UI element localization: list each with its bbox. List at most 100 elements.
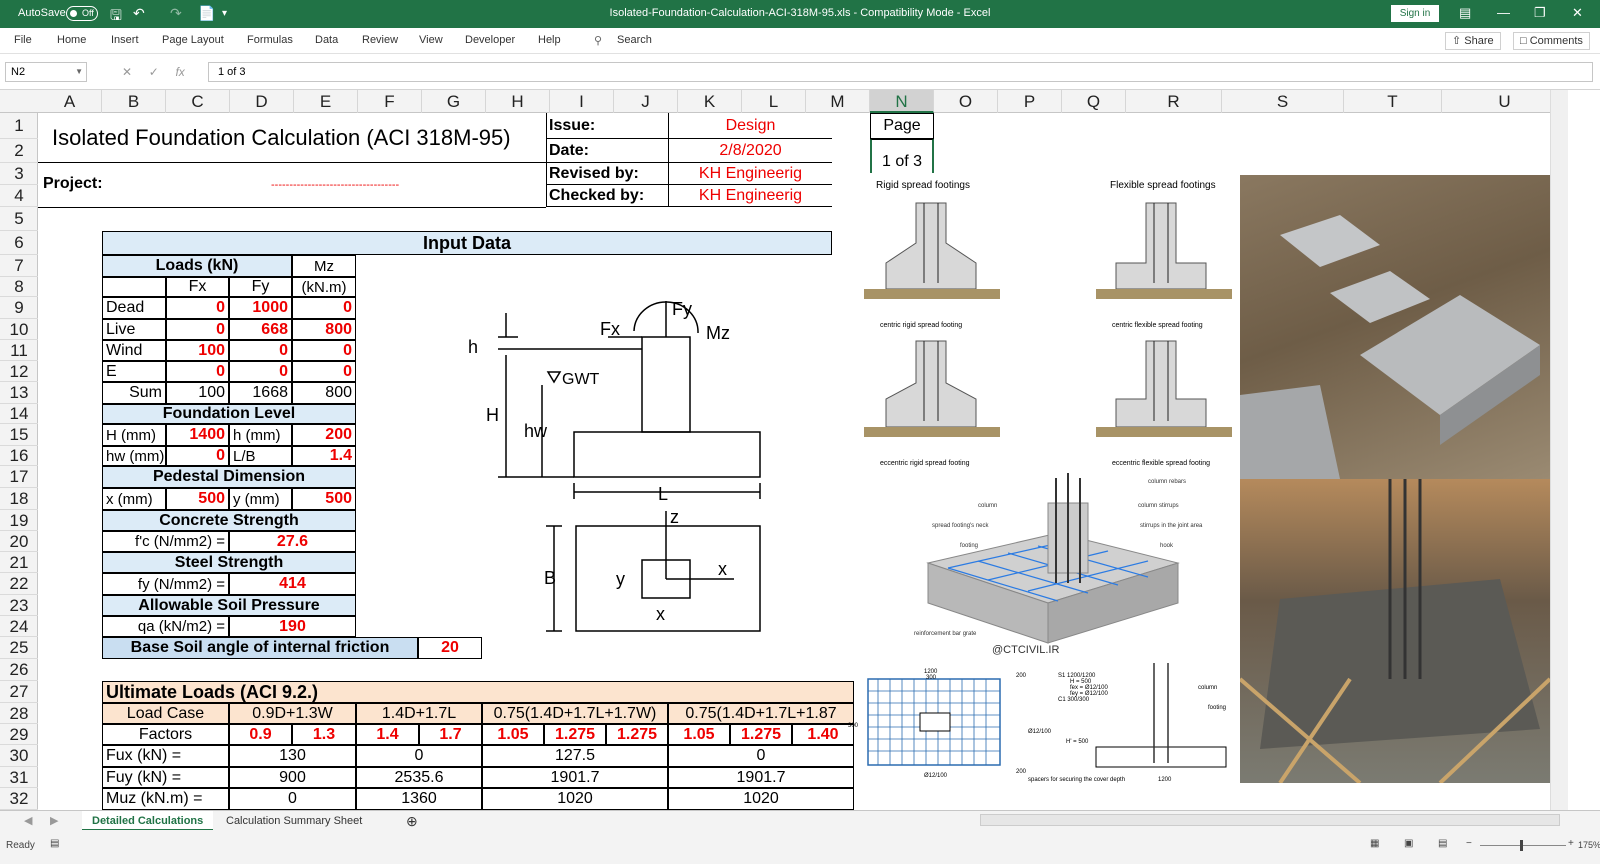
formula-input[interactable]: 1 of 3 (208, 62, 1593, 82)
factor-value[interactable]: 1.7 (419, 724, 482, 745)
load-fx[interactable]: 0 (166, 361, 229, 382)
column-header-p[interactable]: P (998, 90, 1062, 113)
row-header[interactable]: 9 (0, 297, 38, 319)
page-layout-icon[interactable]: ▣ (1404, 838, 1413, 849)
column-header-r[interactable]: R (1126, 90, 1222, 113)
row-header[interactable]: 26 (0, 659, 38, 681)
tab-file[interactable]: File (14, 34, 32, 46)
row-header[interactable]: 12 (0, 361, 38, 382)
formwork-site-photo[interactable] (1240, 479, 1550, 783)
row-header[interactable]: 4 (0, 185, 38, 207)
name-box[interactable]: N2 ▼ (5, 62, 87, 82)
load-fx[interactable]: 100 (166, 340, 229, 361)
cancel-icon[interactable]: ✕ (122, 65, 132, 79)
restore-icon[interactable]: ❐ (1534, 5, 1546, 21)
tab-scroll-left-icon[interactable]: ◀ (14, 811, 42, 831)
macro-record-icon[interactable]: ▤ (50, 838, 59, 849)
x-value[interactable]: 500 (166, 488, 229, 510)
zoom-out-icon[interactable]: − (1466, 838, 1472, 849)
add-sheet-icon[interactable]: ⊕ (396, 811, 428, 831)
row-header[interactable]: 25 (0, 637, 38, 659)
load-fy[interactable]: 0 (229, 361, 292, 382)
zoom-slider-handle[interactable] (1520, 840, 1523, 851)
row-header[interactable]: 32 (0, 788, 38, 810)
tab-view[interactable]: View (419, 34, 443, 46)
footing-detail-drawing[interactable]: 1200 300 200 Ø12/100 300 200 Ø12/100 S1 … (838, 663, 1278, 793)
row-header[interactable]: 2 (0, 139, 38, 163)
column-header-j[interactable]: J (614, 90, 678, 113)
column-header-s[interactable]: S (1222, 90, 1344, 113)
row-header[interactable]: 6 (0, 231, 38, 255)
comments-button[interactable]: □ Comments (1513, 32, 1590, 50)
load-fx[interactable]: 0 (166, 319, 229, 340)
close-icon[interactable]: ✕ (1572, 5, 1583, 21)
share-button[interactable]: ⇧ Share (1445, 32, 1501, 50)
column-header-n[interactable]: N (870, 90, 934, 113)
column-header-t[interactable]: T (1344, 90, 1442, 113)
load-mz[interactable]: 800 (292, 319, 356, 340)
row-header[interactable]: 5 (0, 207, 38, 231)
zoom-in-icon[interactable]: + (1568, 838, 1574, 849)
hw-value[interactable]: 0 (166, 446, 229, 466)
qa-value[interactable]: 190 (229, 616, 356, 637)
lb-value[interactable]: 1.4 (292, 446, 356, 466)
row-header[interactable]: 7 (0, 255, 38, 277)
column-header-d[interactable]: D (230, 90, 294, 113)
h-value[interactable]: 200 (292, 424, 356, 446)
row-header[interactable]: 11 (0, 340, 38, 361)
search-icon[interactable]: ⚲ (594, 34, 602, 47)
page-break-icon[interactable]: ▤ (1438, 838, 1447, 849)
tab-review[interactable]: Review (362, 34, 398, 46)
load-mz[interactable]: 0 (292, 297, 356, 319)
column-header-c[interactable]: C (166, 90, 230, 113)
column-header-a[interactable]: A (38, 90, 102, 113)
column-header-h[interactable]: H (486, 90, 550, 113)
column-header-b[interactable]: B (102, 90, 166, 113)
sheet-tab-detailed[interactable]: Detailed Calculations (82, 811, 214, 831)
row-header[interactable]: 20 (0, 531, 38, 552)
fc-value[interactable]: 27.6 (229, 531, 356, 552)
column-header-o[interactable]: O (934, 90, 998, 113)
row-header[interactable]: 27 (0, 681, 38, 703)
tab-developer[interactable]: Developer (465, 34, 515, 46)
tab-home[interactable]: Home (57, 34, 86, 46)
factor-value[interactable]: 0.9 (229, 724, 292, 745)
sheet-tab-summary[interactable]: Calculation Summary Sheet (216, 811, 372, 831)
footing-site-photo[interactable] (1240, 175, 1550, 479)
tab-insert[interactable]: Insert (111, 34, 139, 46)
column-header-k[interactable]: K (678, 90, 742, 113)
row-header[interactable]: 22 (0, 573, 38, 595)
ribbon-display-icon[interactable]: ▤ (1459, 5, 1471, 21)
tab-page-layout[interactable]: Page Layout (162, 34, 224, 46)
load-mz[interactable]: 0 (292, 340, 356, 361)
factor-value[interactable]: 1.05 (482, 724, 544, 745)
tab-scroll-right-icon[interactable]: ▶ (40, 811, 68, 831)
tab-formulas[interactable]: Formulas (247, 34, 293, 46)
H-value[interactable]: 1400 (166, 424, 229, 446)
enter-icon[interactable]: ✓ (149, 65, 159, 79)
column-header-f[interactable]: F (358, 90, 422, 113)
row-header[interactable]: 30 (0, 745, 38, 767)
column-header-i[interactable]: I (550, 90, 614, 113)
factor-value[interactable]: 1.3 (292, 724, 356, 745)
row-header[interactable]: 17 (0, 466, 38, 488)
footing-reinforcement-image[interactable]: column rebars column column stirrups spr… (898, 473, 1270, 663)
load-fx[interactable]: 0 (166, 297, 229, 319)
load-fy[interactable]: 0 (229, 340, 292, 361)
sign-in-button[interactable]: Sign in (1391, 5, 1439, 22)
factor-value[interactable]: 1.275 (606, 724, 668, 745)
horizontal-scrollbar[interactable] (980, 814, 1560, 826)
row-header[interactable]: 19 (0, 510, 38, 531)
column-header-q[interactable]: Q (1062, 90, 1126, 113)
column-header-l[interactable]: L (742, 90, 806, 113)
row-header[interactable]: 3 (0, 163, 38, 185)
fy-value[interactable]: 414 (229, 573, 356, 595)
zoom-level[interactable]: 175% (1578, 840, 1600, 850)
row-header[interactable]: 24 (0, 616, 38, 637)
factor-value[interactable]: 1.275 (730, 724, 792, 745)
column-header-g[interactable]: G (422, 90, 486, 113)
minimize-icon[interactable]: — (1497, 5, 1510, 20)
load-mz[interactable]: 0 (292, 361, 356, 382)
zoom-slider[interactable] (1480, 845, 1566, 846)
row-header[interactable]: 14 (0, 404, 38, 424)
